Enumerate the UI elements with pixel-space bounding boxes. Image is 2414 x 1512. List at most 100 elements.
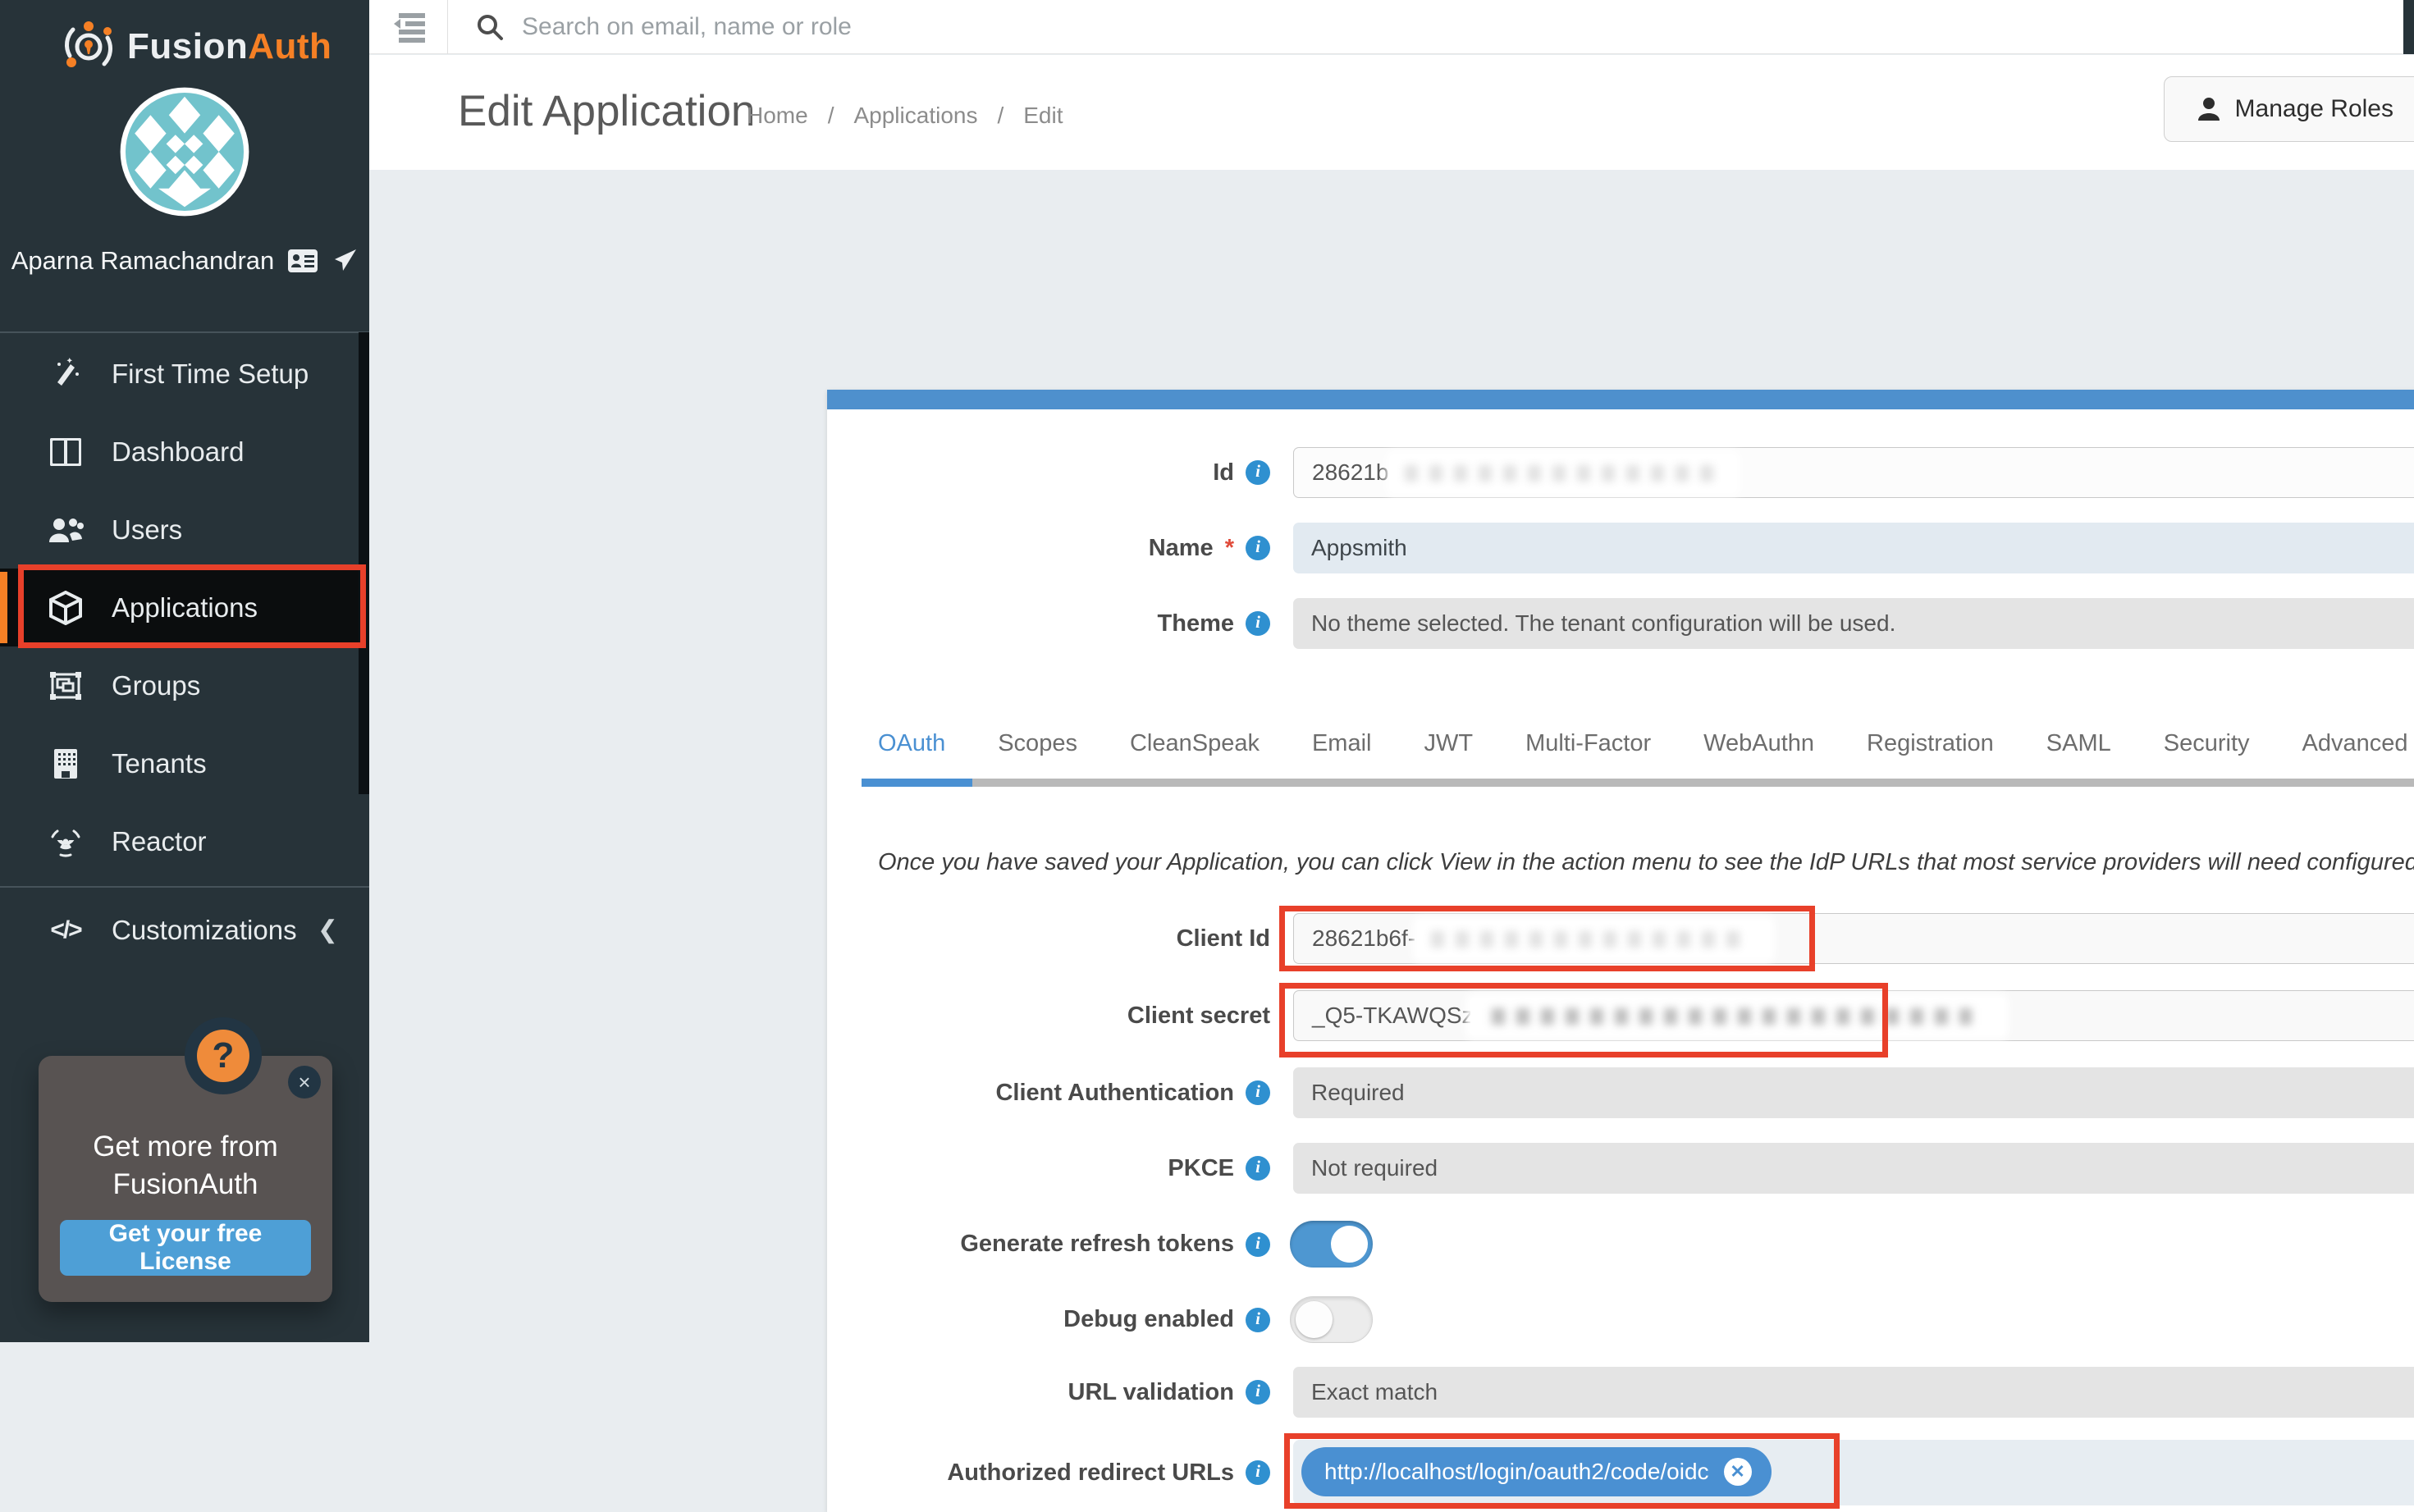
sidebar-item-label: Reactor — [112, 826, 207, 857]
search-input[interactable] — [522, 13, 1753, 41]
tab-scopes[interactable]: Scopes — [998, 722, 1077, 788]
question-icon: ? — [197, 1030, 249, 1082]
tab-bar: OAuth Scopes CleanSpeak Email JWT Multi-… — [878, 722, 2414, 788]
collapse-sidebar-icon[interactable] — [392, 11, 425, 43]
info-icon[interactable] — [1246, 1380, 1270, 1405]
card-accent-bar — [827, 390, 2414, 409]
sidebar-scrollbar[interactable] — [359, 332, 369, 794]
info-icon[interactable] — [1246, 536, 1270, 560]
info-icon[interactable] — [1246, 611, 1270, 636]
breadcrumb-applications[interactable]: Applications — [853, 103, 977, 129]
topbar — [369, 0, 2414, 54]
tab-webauthn[interactable]: WebAuthn — [1703, 722, 1814, 788]
sidebar-item-label: Customizations — [112, 915, 297, 946]
name-field[interactable]: Appsmith — [1293, 523, 2414, 573]
id-card-icon[interactable] — [287, 249, 318, 273]
application-form-card: Id 28621b Name* Appsmith Theme No theme … — [827, 390, 2414, 1512]
tab-multi-factor[interactable]: Multi-Factor — [1525, 722, 1651, 788]
authorized-redirect-urls-label: Authorized redirect URLs — [844, 1447, 1270, 1498]
info-icon[interactable] — [1246, 1232, 1270, 1257]
magic-wand-icon — [48, 358, 84, 391]
generate-refresh-tokens-toggle[interactable] — [1290, 1221, 1373, 1268]
sidebar-item-label: Dashboard — [112, 436, 244, 468]
id-label: Id — [844, 447, 1270, 498]
topbar-divider — [447, 0, 448, 54]
sidebar-item-customizations[interactable]: </> Customizations ❮ — [0, 891, 369, 969]
tab-cleanspeak[interactable]: CleanSpeak — [1130, 722, 1260, 788]
promo-card: ? × Get more from FusionAuth Get your fr… — [39, 1056, 332, 1302]
theme-label: Theme — [844, 598, 1270, 649]
sidebar: FusionAuth Aparna Ramachandran — [0, 0, 369, 1342]
tab-advanced[interactable]: Advanced — [2302, 722, 2408, 788]
debug-enabled-toggle[interactable] — [1290, 1296, 1373, 1343]
tab-oauth[interactable]: OAuth — [878, 722, 945, 788]
user-name: Aparna Ramachandran — [11, 246, 275, 276]
sidebar-item-applications[interactable]: Applications — [0, 569, 369, 646]
client-secret-label: Client secret — [844, 990, 1270, 1041]
authorized-redirect-urls-field[interactable]: http://localhost/login/oauth2/code/oidc … — [1293, 1440, 2414, 1505]
info-icon[interactable] — [1246, 1156, 1270, 1181]
tab-jwt[interactable]: JWT — [1424, 722, 1473, 788]
redaction-smudge — [1470, 998, 2004, 1035]
sidebar-item-users[interactable]: Users — [0, 491, 369, 569]
fusionauth-admin: FusionAuth Aparna Ramachandran — [0, 0, 2414, 1342]
client-secret-field[interactable]: _Q5-TKAWQSz7s — [1293, 990, 2414, 1041]
code-icon: </> — [48, 916, 84, 944]
sidebar-item-label: Tenants — [112, 748, 207, 779]
client-id-field[interactable]: 28621b6f- — [1293, 913, 2414, 964]
viewport-scrollbar[interactable] — [2403, 0, 2414, 54]
main-content: Id 28621b Name* Appsmith Theme No theme … — [369, 170, 2414, 1342]
breadcrumb-home[interactable]: Home — [747, 103, 808, 129]
fusionauth-logo-icon — [62, 20, 116, 74]
close-icon[interactable]: × — [288, 1066, 321, 1099]
breadcrumb: Home / Applications / Edit — [747, 103, 1063, 129]
tab-registration[interactable]: Registration — [1867, 722, 1994, 788]
info-icon[interactable] — [1246, 460, 1270, 485]
fusionauth-logo[interactable]: FusionAuth — [62, 11, 331, 82]
sidebar-item-dashboard[interactable]: Dashboard — [0, 413, 369, 491]
avatar — [119, 86, 250, 217]
sidebar-item-groups[interactable]: Groups — [0, 646, 369, 724]
radiation-icon — [48, 825, 84, 858]
client-authentication-select[interactable]: Required — [1293, 1067, 2414, 1118]
breadcrumb-separator: / — [997, 103, 1004, 129]
info-icon[interactable] — [1246, 1308, 1270, 1332]
users-icon — [48, 516, 84, 544]
tabs-underline — [862, 779, 2414, 787]
url-validation-select[interactable]: Exact match — [1293, 1367, 2414, 1418]
url-validation-label: URL validation — [844, 1367, 1270, 1418]
manage-roles-button[interactable]: Manage Roles — [2164, 76, 2414, 142]
breadcrumb-separator: / — [828, 103, 834, 129]
building-icon — [48, 748, 84, 779]
tab-saml[interactable]: SAML — [2046, 722, 2111, 788]
sidebar-divider — [0, 331, 369, 333]
sidebar-item-label: Groups — [112, 670, 200, 701]
theme-select[interactable]: No theme selected. The tenant configurat… — [1293, 598, 2414, 649]
sidebar-item-label: First Time Setup — [112, 359, 309, 390]
help-button[interactable]: ? — [185, 1017, 262, 1094]
pkce-label: PKCE — [844, 1143, 1270, 1194]
client-id-label: Client Id — [844, 913, 1270, 964]
promo-title: Get more from FusionAuth — [39, 1128, 332, 1204]
get-free-license-button[interactable]: Get your free License — [60, 1220, 311, 1276]
sidebar-item-reactor[interactable]: Reactor — [0, 802, 369, 880]
info-icon[interactable] — [1246, 1460, 1270, 1485]
generate-refresh-tokens-label: Generate refresh tokens — [844, 1221, 1270, 1268]
logo-wordmark: FusionAuth — [127, 26, 331, 67]
sidebar-item-tenants[interactable]: Tenants — [0, 724, 369, 802]
sidebar-item-label: Applications — [112, 592, 258, 624]
pkce-select[interactable]: Not required — [1293, 1143, 2414, 1194]
tab-email[interactable]: Email — [1312, 722, 1372, 788]
oauth-note: Once you have saved your Application, yo… — [878, 849, 2414, 876]
page-title: Edit Application — [458, 86, 755, 136]
info-icon[interactable] — [1246, 1080, 1270, 1105]
id-field[interactable]: 28621b — [1293, 447, 2414, 498]
remove-chip-icon[interactable]: ✕ — [1724, 1458, 1752, 1486]
sidebar-item-first-time-setup[interactable]: First Time Setup — [0, 335, 369, 413]
name-label: Name* — [844, 523, 1270, 573]
redaction-smudge — [1417, 921, 1770, 957]
send-icon[interactable] — [331, 248, 358, 274]
dashboard-icon — [48, 438, 84, 466]
search-icon — [476, 13, 504, 41]
tab-security[interactable]: Security — [2164, 722, 2250, 788]
